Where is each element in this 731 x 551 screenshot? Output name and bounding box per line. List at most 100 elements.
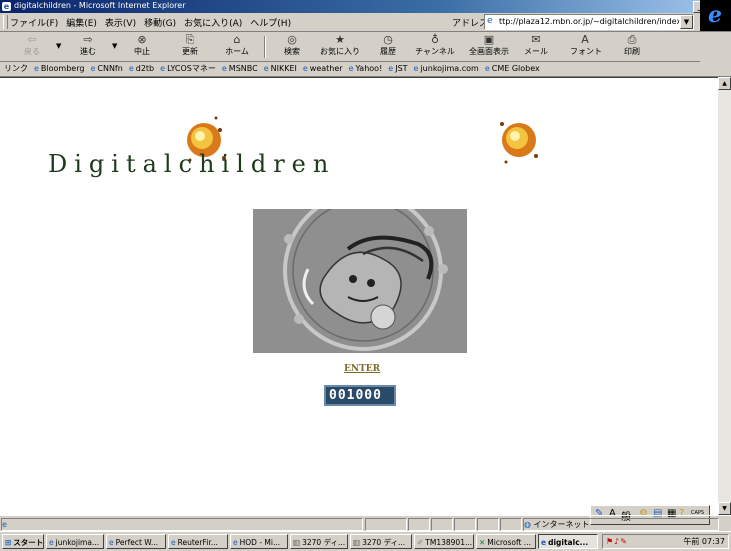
menu-go[interactable]: 移動(G) xyxy=(144,16,176,29)
favorites-button[interactable]: ★ お気に入り xyxy=(318,33,362,57)
fullscreen-icon: ▣ xyxy=(483,33,495,46)
enter-link[interactable]: ENTER xyxy=(344,364,380,374)
history-button[interactable]: ◷ 履歴 xyxy=(374,33,402,57)
mail-button[interactable]: ✉ メール xyxy=(522,33,550,57)
ie-page-icon: e xyxy=(2,2,11,11)
back-dropdown-icon[interactable]: ▼ xyxy=(56,42,61,50)
right-fireball-icon xyxy=(500,122,538,164)
menu-file[interactable]: ファイル(F) xyxy=(10,16,58,29)
title-bar[interactable]: e digitalchildren - Microsoft Internet E… xyxy=(0,0,731,13)
page-content: Digitalchildren ENTER 001000 xyxy=(0,77,718,516)
link-msnbc[interactable]: e MSNBC xyxy=(222,63,258,74)
address-input[interactable]: e ttp://plaza12.mbn.or.jp/~digitalchildr… xyxy=(484,14,694,30)
standard-toolbar: ⇦ 戻る ▼ ⇨ 進む ▼ ⊗ 中止 ⎘ 更新 ⌂ ホーム ◎ 検索 ★ お気に入り ◷ 履歴 … xyxy=(0,32,700,62)
stop-icon: ⊗ xyxy=(137,33,147,46)
home-button[interactable]: ⌂ ホーム xyxy=(222,33,252,57)
windows-logo-icon: ⊞ xyxy=(5,538,12,547)
task-perfect-w[interactable]: e Perfect W... xyxy=(106,534,166,549)
link-weather[interactable]: e weather xyxy=(303,63,343,74)
ie-icon: e xyxy=(49,538,54,547)
task-3270-1[interactable]: ▥ 3270 ディ... xyxy=(290,534,348,549)
menu-edit[interactable]: 編集(E) xyxy=(66,16,97,29)
task-digitalchildren[interactable]: e digitalc... xyxy=(538,534,598,549)
home-icon: ⌂ xyxy=(233,33,241,46)
link-page-icon: e xyxy=(348,64,354,73)
ie-icon: e xyxy=(233,538,238,547)
links-label: リンク xyxy=(4,64,28,73)
task-microsoft[interactable]: ✕ Microsoft ... xyxy=(476,534,536,549)
channels-button[interactable]: ♁ チャンネル xyxy=(414,33,456,57)
task-3270-2[interactable]: ▥ 3270 ディ... xyxy=(350,534,412,549)
ie-icon: e xyxy=(171,538,176,547)
document-icon: ✐ xyxy=(417,538,424,547)
page-icon: e xyxy=(487,16,493,26)
status-zone-panel: ◍ インターネット xyxy=(523,518,719,531)
task-hod[interactable]: e HOD - Mi... xyxy=(230,534,288,549)
print-icon: ⎙ xyxy=(627,33,637,46)
font-button[interactable]: A フォント xyxy=(570,33,602,57)
font-icon: A xyxy=(581,33,589,46)
scroll-down-button[interactable]: ▼ xyxy=(718,502,731,515)
address-dropdown-button[interactable]: ▼ xyxy=(680,15,693,29)
terminal-icon: ▥ xyxy=(293,538,301,547)
search-button[interactable]: ◎ 検索 xyxy=(278,33,306,57)
link-page-icon: e xyxy=(34,64,39,73)
address-url: ttp://plaza12.mbn.or.jp/~digitalchildren… xyxy=(499,17,679,26)
link-jst[interactable]: e JST xyxy=(388,63,407,74)
link-lycos-money[interactable]: e LYCOSマネー xyxy=(160,63,216,74)
status-lock-panel xyxy=(408,518,430,531)
task-junkojima[interactable]: e junkojima... xyxy=(46,534,104,549)
clock[interactable]: 午前 07:37 xyxy=(683,535,725,548)
task-tm138901[interactable]: ✐ TM138901... xyxy=(414,534,474,549)
link-page-icon: e xyxy=(484,64,490,73)
address-label: アドレス xyxy=(452,19,489,29)
tray-icons[interactable]: ⚑♪✎ xyxy=(606,535,628,548)
forward-button[interactable]: ⇨ 進む xyxy=(74,33,102,57)
status-panel xyxy=(500,518,522,531)
stop-button[interactable]: ⊗ 中止 xyxy=(128,33,156,57)
forward-dropdown-icon[interactable]: ▼ xyxy=(112,42,117,50)
search-icon: ◎ xyxy=(287,33,297,46)
system-tray: ⚑♪✎ 午前 07:37 xyxy=(602,534,729,549)
print-button[interactable]: ⎙ 印刷 xyxy=(620,33,644,57)
hero-image[interactable] xyxy=(253,209,467,353)
terminal-icon: ▥ xyxy=(353,538,361,547)
start-button[interactable]: ⊞ スタート xyxy=(2,534,44,549)
vertical-scrollbar[interactable]: ▲ ▼ xyxy=(718,77,731,515)
back-button[interactable]: ⇦ 戻る xyxy=(18,33,46,57)
toolbar-separator xyxy=(264,36,266,58)
ie-throbber-icon: e xyxy=(700,0,731,31)
link-bloomberg[interactable]: e Bloomberg xyxy=(34,63,84,74)
menu-help[interactable]: ヘルプ(H) xyxy=(250,16,291,29)
link-page-icon: e xyxy=(160,64,166,73)
visitor-counter: 001000 xyxy=(324,385,396,406)
forward-arrow-icon: ⇨ xyxy=(83,33,93,46)
link-junkojima[interactable]: e junkojima.com xyxy=(414,63,479,74)
favorites-icon: ★ xyxy=(335,33,345,46)
toolbar-grip[interactable] xyxy=(3,15,8,29)
ie-icon: e xyxy=(109,538,114,547)
refresh-button[interactable]: ⎘ 更新 xyxy=(176,33,204,57)
menu-favorites[interactable]: お気に入り(A) xyxy=(184,16,242,29)
link-d2tb[interactable]: e d2tb xyxy=(129,63,154,74)
refresh-icon: ⎘ xyxy=(185,33,195,46)
raijin-illustration xyxy=(253,209,467,353)
link-page-icon: e xyxy=(413,64,419,73)
site-title: Digitalchildren xyxy=(48,150,336,178)
link-page-icon: e xyxy=(302,64,308,73)
window-title: digitalchildren - Microsoft Internet Exp… xyxy=(14,1,186,10)
link-nikkei[interactable]: e NIKKEI xyxy=(264,63,297,74)
link-cme-globex[interactable]: e CME Globex xyxy=(485,63,540,74)
task-reuterfir[interactable]: e ReuterFir... xyxy=(168,534,228,549)
back-arrow-icon: ⇦ xyxy=(27,33,37,46)
scroll-up-button[interactable]: ▲ xyxy=(718,77,731,90)
mail-icon: ✉ xyxy=(531,33,541,46)
links-bar: リンク e Bloomberg e CNNfn e d2tb e LYCOSマネー eM… xyxy=(0,61,731,77)
fullscreen-button[interactable]: ▣ 全画面表示 xyxy=(466,33,512,57)
status-text-panel: e xyxy=(1,518,363,531)
status-panel xyxy=(477,518,499,531)
taskbar: ⊞ スタート e junkojima... e Perfect W... e Reute… xyxy=(0,531,731,551)
link-yahoo[interactable]: e Yahoo! xyxy=(349,63,383,74)
menu-view[interactable]: 表示(V) xyxy=(105,16,136,29)
link-cnnfn[interactable]: e CNNfn xyxy=(90,63,122,74)
